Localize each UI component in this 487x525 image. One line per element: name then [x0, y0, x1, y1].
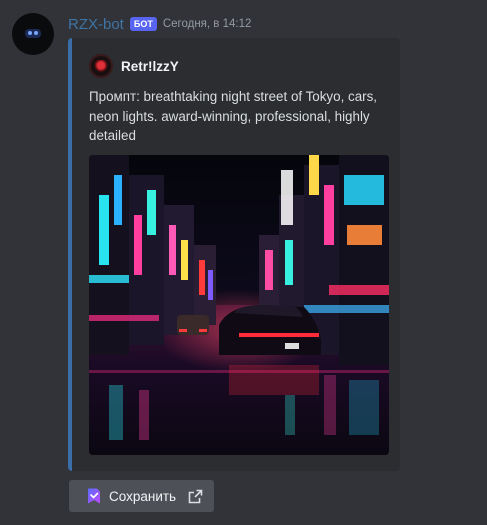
chat-message: RZX-bot БОТ Сегодня, в 14:12 Retr!lzzY П… — [0, 0, 487, 525]
bot-tag: БОТ — [129, 17, 157, 31]
external-link-icon — [188, 489, 203, 503]
embed-image[interactable] — [89, 155, 389, 455]
save-button-label: Сохранить — [109, 488, 177, 504]
message-header: RZX-bot БОТ Сегодня, в 14:12 — [68, 15, 251, 33]
author-avatar-icon — [89, 54, 113, 78]
bot-avatar[interactable] — [12, 13, 54, 55]
username[interactable]: RZX-bot — [68, 16, 124, 33]
author-name: Retr!lzzY — [121, 58, 179, 74]
embed-author: Retr!lzzY — [89, 53, 179, 79]
embed-card: Retr!lzzY Промпт: breathtaking night str… — [68, 38, 400, 471]
embed-description: Промпт: breathtaking night street of Tok… — [89, 89, 378, 143]
save-button[interactable]: Сохранить — [69, 480, 214, 512]
tokyo-neon-street-image — [89, 155, 389, 455]
timestamp[interactable]: Сегодня, в 14:12 — [163, 18, 252, 30]
bookmark-icon — [88, 488, 100, 504]
robot-avatar-icon — [25, 29, 41, 38]
